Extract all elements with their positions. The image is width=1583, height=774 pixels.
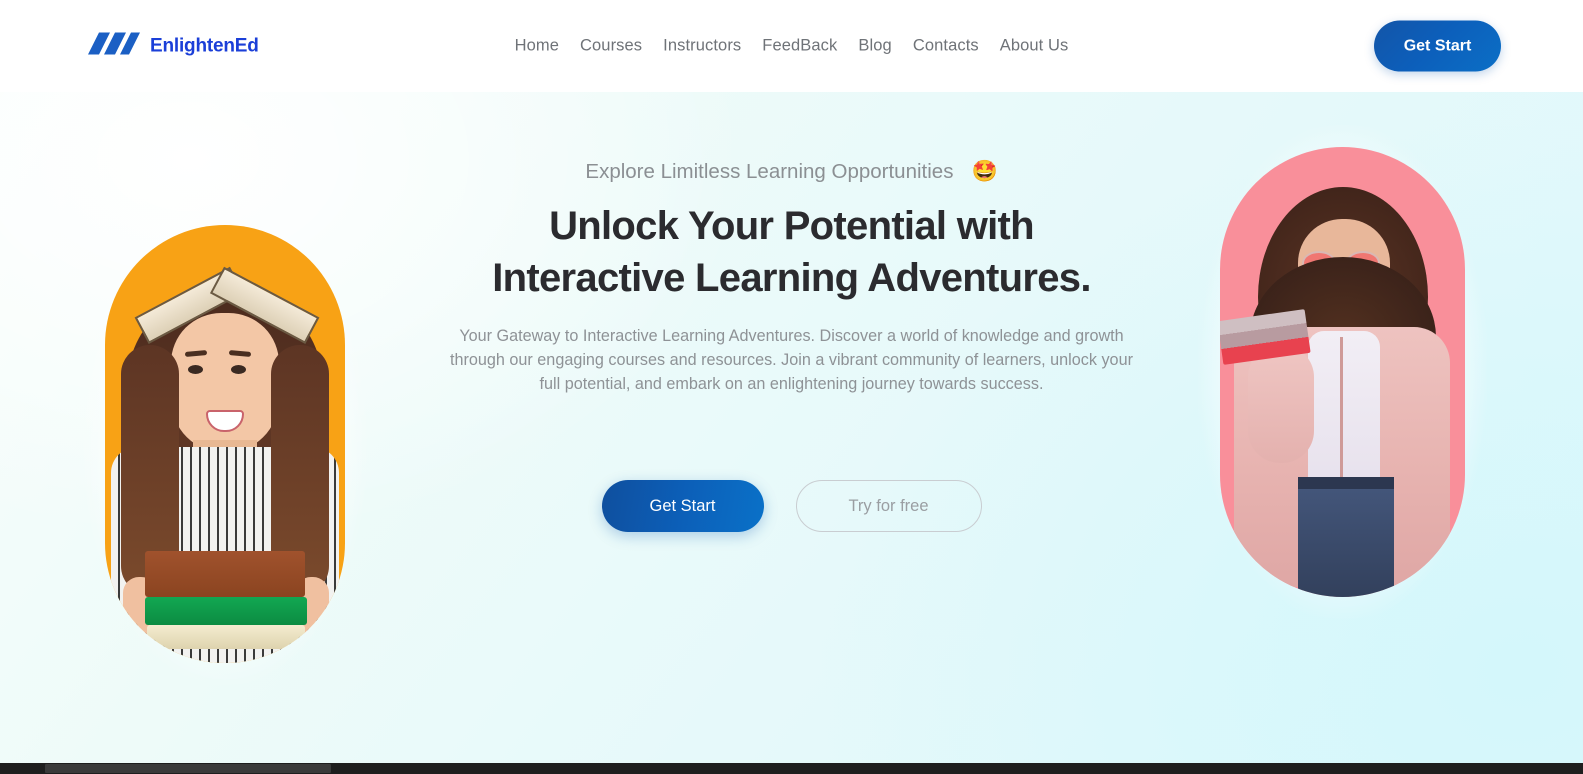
left-hero-image	[83, 203, 367, 685]
right-image-frame	[1220, 147, 1465, 597]
left-figure-eye	[231, 365, 246, 374]
nav-item-instructors[interactable]: Instructors	[663, 37, 741, 56]
left-figure-eye	[188, 365, 203, 374]
page-title: Unlock Your Potential with Interactive L…	[432, 200, 1152, 304]
horizontal-scrollbar[interactable]	[0, 763, 1583, 774]
right-figure-belt	[1298, 477, 1394, 489]
headline-line-1: Unlock Your Potential with	[549, 204, 1035, 248]
right-figure-jeans	[1298, 477, 1394, 597]
three-slanted-bars-logo-icon	[80, 31, 140, 62]
hero-eyebrow-text: Explore Limitless Learning Opportunities	[585, 160, 954, 183]
hero-content: Explore Limitless Learning Opportunities…	[432, 92, 1152, 532]
site-header: EnlightenEd Home Courses Instructors Fee…	[0, 0, 1583, 92]
nav-item-about-us[interactable]: About Us	[1000, 37, 1069, 56]
left-figure-green-book	[145, 597, 307, 625]
hero-eyebrow: Explore Limitless Learning Opportunities…	[432, 160, 1152, 184]
star-struck-emoji: 🤩	[971, 160, 998, 183]
nav-item-courses[interactable]: Courses	[580, 37, 642, 56]
nav-item-home[interactable]: Home	[515, 37, 559, 56]
nav-item-blog[interactable]: Blog	[858, 37, 891, 56]
brand-name: EnlightenEd	[150, 35, 259, 56]
hero-section: Explore Limitless Learning Opportunities…	[0, 92, 1583, 763]
hero-try-for-free-button[interactable]: Try for free	[795, 480, 982, 532]
left-figure-brown-book	[145, 551, 305, 597]
left-figure-face	[171, 313, 279, 453]
left-image-frame	[105, 225, 345, 663]
hero-description: Your Gateway to Interactive Learning Adv…	[450, 327, 1133, 393]
nav-item-contacts[interactable]: Contacts	[913, 37, 979, 56]
nav-item-feedback[interactable]: FeedBack	[762, 37, 837, 56]
left-figure-cream-book	[147, 625, 305, 649]
main-navigation: Home Courses Instructors FeedBack Blog C…	[515, 37, 1069, 56]
headline-line-2: Interactive Learning Adventures.	[492, 256, 1091, 300]
hero-cta-row: Get Start Try for free	[432, 480, 1152, 532]
right-figure-jacket-zip	[1340, 337, 1343, 487]
header-get-start-button[interactable]: Get Start	[1374, 20, 1501, 72]
scrollbar-thumb[interactable]	[45, 764, 331, 773]
brand-logo[interactable]: EnlightenEd	[80, 31, 259, 62]
right-hero-image	[1198, 125, 1487, 619]
right-figure-arm	[1248, 345, 1314, 463]
hero-get-start-button[interactable]: Get Start	[601, 480, 764, 532]
